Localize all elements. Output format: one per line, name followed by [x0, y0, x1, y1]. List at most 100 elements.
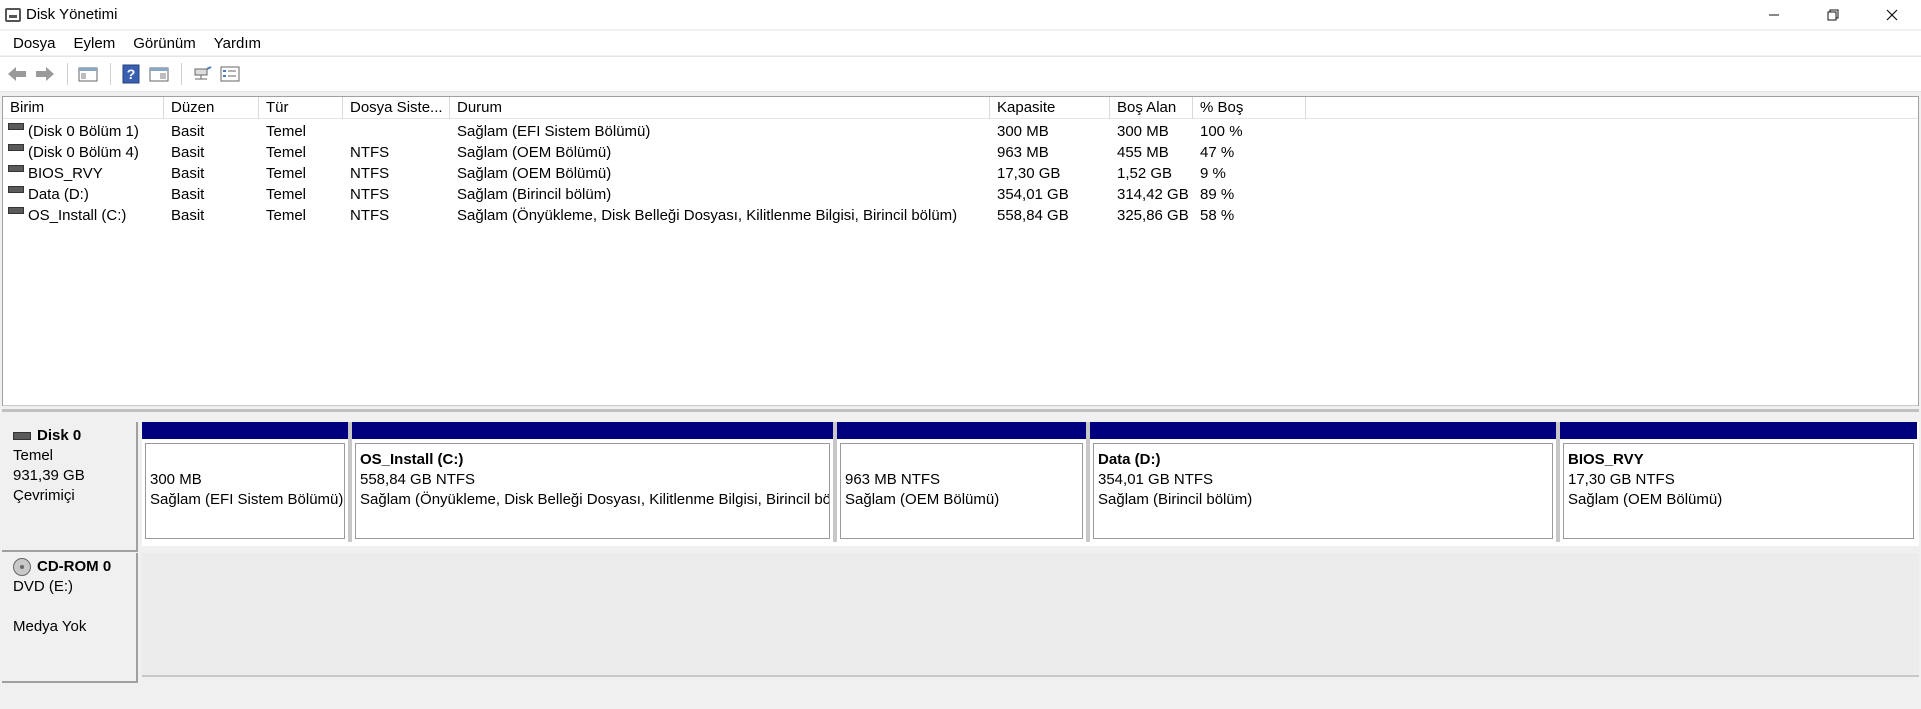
disk-status: Çevrimiçi — [13, 487, 75, 504]
cd-rom-icon — [13, 558, 31, 576]
partition-bios-rvy[interactable]: BIOS_RVY 17,30 GB NTFS Sağlam (OEM Bölüm… — [1560, 422, 1917, 542]
partition-body: 963 MB NTFS Sağlam (OEM Bölümü) — [840, 443, 1083, 539]
connect-icon — [194, 66, 212, 80]
menu-dosya[interactable]: Dosya — [4, 35, 65, 52]
volume-name-cell: Data (D:) — [3, 184, 89, 205]
column-header-durum[interactable]: Durum — [450, 97, 990, 119]
capacity-cell: 558,84 GB — [997, 207, 1069, 224]
window-controls — [1744, 0, 1921, 29]
column-header-kapasite[interactable]: Kapasite — [990, 97, 1110, 119]
column-header-yuzde-bos[interactable]: % Boş — [1193, 97, 1306, 119]
partition-bar — [1090, 422, 1556, 439]
status-cell: Sağlam (EFI Sistem Bölümü) — [457, 123, 651, 140]
type-cell: Temel — [266, 186, 307, 203]
help-icon: ? — [122, 64, 140, 84]
partition-oem[interactable]: 963 MB NTFS Sağlam (OEM Bölümü) — [837, 422, 1086, 542]
volume-name: (Disk 0 Bölüm 1) — [28, 123, 139, 140]
cdrom-0-media-area[interactable] — [142, 553, 1919, 677]
forward-button[interactable] — [33, 62, 57, 86]
volume-icon — [8, 207, 24, 215]
partition-size: 17,30 GB NTFS — [1568, 471, 1675, 488]
partition-bar — [142, 422, 348, 439]
percent-free-cell: 47 % — [1200, 144, 1235, 161]
partition-name — [845, 450, 1078, 470]
disk-type: DVD (E:) — [13, 578, 73, 595]
partition-name — [150, 450, 340, 470]
table-row[interactable]: OS_Install (C:) Basit Temel NTFS Sağlam … — [3, 205, 1918, 226]
volume-name: Data (D:) — [28, 186, 89, 203]
volume-icon — [8, 123, 24, 131]
list-view-button[interactable] — [218, 62, 242, 86]
capacity-cell: 963 MB — [997, 144, 1049, 161]
back-arrow-icon — [8, 67, 26, 81]
filesystem-cell: NTFS — [350, 207, 390, 224]
connect-button[interactable] — [190, 62, 214, 86]
title-bar: Disk Yönetimi — [0, 0, 1921, 29]
partition-body: 300 MB Sağlam (EFI Sistem Bölümü) — [145, 443, 345, 539]
back-button[interactable] — [5, 62, 29, 86]
column-header-duzen[interactable]: Düzen — [164, 97, 259, 119]
minimize-button[interactable] — [1744, 0, 1803, 29]
filesystem-cell: NTFS — [350, 144, 390, 161]
forward-arrow-icon — [36, 67, 54, 81]
svg-text:?: ? — [127, 66, 136, 82]
status-cell: Sağlam (OEM Bölümü) — [457, 144, 612, 161]
type-cell: Temel — [266, 123, 307, 140]
volume-name-cell: OS_Install (C:) — [3, 205, 126, 226]
restore-icon — [1827, 9, 1838, 20]
cdrom-0-name: CD-ROM 0 — [37, 558, 112, 575]
toolbar-separator — [67, 63, 68, 85]
toolbar: ? — [0, 56, 1921, 92]
menu-eylem[interactable]: Eylem — [65, 35, 125, 52]
console-tree-button[interactable] — [76, 62, 100, 86]
filesystem-cell: NTFS — [350, 186, 390, 203]
close-icon — [1886, 9, 1897, 20]
cdrom-0-label[interactable]: CD-ROM 0 DVD (E:) Medya Yok — [2, 553, 138, 683]
free-space-cell: 325,86 GB — [1117, 207, 1189, 224]
partition-efi[interactable]: 300 MB Sağlam (EFI Sistem Bölümü) — [142, 422, 348, 542]
disk-size: 931,39 GB — [13, 467, 85, 484]
help-button[interactable]: ? — [119, 62, 143, 86]
volume-name-cell: BIOS_RVY — [3, 163, 103, 184]
toolbar-separator — [181, 63, 182, 85]
capacity-cell: 354,01 GB — [997, 186, 1069, 203]
properties-button[interactable] — [147, 62, 171, 86]
column-header-tur[interactable]: Tür — [259, 97, 343, 119]
list-view-icon — [220, 66, 240, 82]
column-header-birim[interactable]: Birim — [3, 97, 164, 119]
filesystem-cell — [343, 121, 350, 142]
table-row[interactable]: (Disk 0 Bölüm 1) Basit Temel Sağlam (EFI… — [3, 121, 1918, 142]
layout-cell: Basit — [171, 165, 205, 182]
column-header-dosya-sistemi[interactable]: Dosya Siste... — [343, 97, 450, 119]
menu-gorunum[interactable]: Görünüm — [124, 35, 205, 52]
free-space-cell: 314,42 GB — [1117, 186, 1189, 203]
column-header-bos-alan[interactable]: Boş Alan — [1110, 97, 1193, 119]
table-row[interactable]: (Disk 0 Bölüm 4) Basit Temel NTFS Sağlam… — [3, 142, 1918, 163]
table-row[interactable]: Data (D:) Basit Temel NTFS Sağlam (Birin… — [3, 184, 1918, 205]
layout-cell: Basit — [171, 186, 205, 203]
partition-status: Sağlam (EFI Sistem Bölümü) — [150, 491, 344, 508]
layout-cell: Basit — [171, 207, 205, 224]
filesystem-cell: NTFS — [350, 165, 390, 182]
partition-status: Sağlam (Önyükleme, Disk Belleği Dosyası,… — [360, 491, 830, 508]
partition-size: 558,84 GB NTFS — [360, 471, 476, 488]
layout-cell: Basit — [171, 144, 205, 161]
disk-status: Medya Yok — [13, 618, 87, 635]
disk-0-label[interactable]: Disk 0 Temel 931,39 GB Çevrimiçi — [2, 422, 138, 552]
volume-name: (Disk 0 Bölüm 4) — [28, 144, 139, 161]
partition-os-install[interactable]: OS_Install (C:) 558,84 GB NTFS Sağlam (Ö… — [352, 422, 833, 542]
menu-yardim[interactable]: Yardım — [205, 35, 270, 52]
capacity-cell: 17,30 GB — [997, 165, 1061, 182]
volume-icon — [8, 186, 24, 194]
partition-name: OS_Install (C:) — [360, 451, 464, 468]
cdrom-0-row: CD-ROM 0 DVD (E:) Medya Yok — [2, 553, 1919, 683]
restore-button[interactable] — [1803, 0, 1862, 29]
partition-data[interactable]: Data (D:) 354,01 GB NTFS Sağlam (Birinci… — [1090, 422, 1556, 542]
partition-status: Sağlam (OEM Bölümü) — [1568, 491, 1723, 508]
disk-0-partitions: 300 MB Sağlam (EFI Sistem Bölümü) OS_Ins… — [142, 422, 1919, 546]
table-row[interactable]: BIOS_RVY Basit Temel NTFS Sağlam (OEM Bö… — [3, 163, 1918, 184]
disk-0-row: Disk 0 Temel 931,39 GB Çevrimiçi 300 MB … — [2, 422, 1919, 552]
partition-name: BIOS_RVY — [1568, 451, 1644, 468]
close-button[interactable] — [1862, 0, 1921, 29]
partition-body: Data (D:) 354,01 GB NTFS Sağlam (Birinci… — [1093, 443, 1553, 539]
